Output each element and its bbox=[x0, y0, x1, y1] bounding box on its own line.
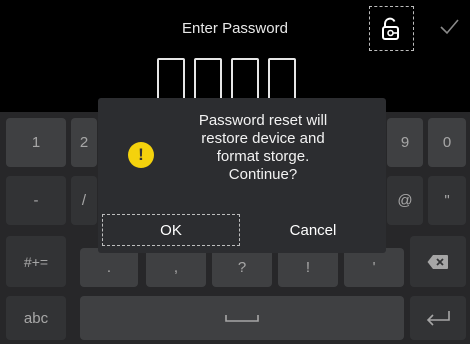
dialog-message: Password reset will restore device and f… bbox=[168, 112, 358, 184]
cancel-button[interactable]: Cancel bbox=[244, 214, 382, 246]
top-bar: Enter Password bbox=[0, 0, 470, 112]
warning-icon: ! bbox=[128, 142, 154, 168]
dialog-message-line: Password reset will bbox=[198, 112, 328, 129]
pin-digit-box[interactable] bbox=[231, 58, 259, 100]
pin-digit-box[interactable] bbox=[194, 58, 222, 100]
password-pin-boxes bbox=[157, 58, 296, 100]
dialog-message-line: format storge. bbox=[216, 148, 310, 165]
dialog-message-line: restore device and bbox=[201, 130, 325, 147]
reset-confirm-dialog: ! Password reset will restore device and… bbox=[98, 98, 386, 253]
reset-password-button[interactable] bbox=[369, 6, 414, 51]
dialog-message-line: Continue? bbox=[228, 166, 298, 183]
ok-button[interactable]: OK bbox=[102, 214, 240, 246]
unlock-reset-icon bbox=[381, 17, 399, 40]
pin-digit-box[interactable] bbox=[268, 58, 296, 100]
confirm-check-icon[interactable] bbox=[438, 16, 460, 38]
pin-digit-box[interactable] bbox=[157, 58, 185, 100]
